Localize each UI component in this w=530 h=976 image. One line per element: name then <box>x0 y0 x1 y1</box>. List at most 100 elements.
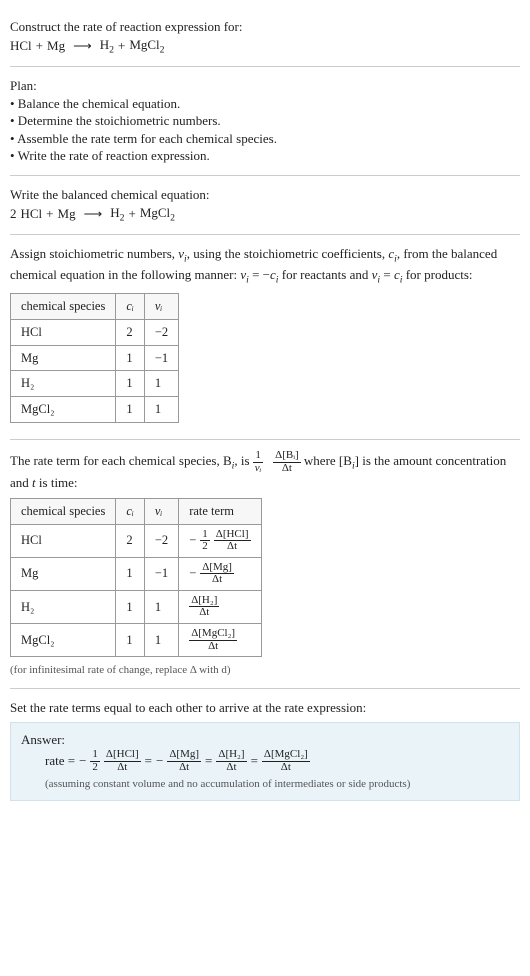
plan-heading: Plan: <box>10 77 520 95</box>
cell-species: Mg <box>11 345 116 371</box>
cell-nui: −1 <box>144 557 178 590</box>
cell-ci: 1 <box>116 590 145 623</box>
frac-num: 1 <box>253 450 264 463</box>
cell-nui: 1 <box>144 371 178 397</box>
frac-num: Δ[MgCl₂] <box>189 628 237 641</box>
frac-delta: Δ[HCl] Δt <box>214 529 251 553</box>
cell-ci: 1 <box>116 624 145 657</box>
frac-mg: Δ[Mg] Δt <box>167 749 201 773</box>
col-ci: cᵢ <box>116 293 145 319</box>
final-section: Set the rate terms equal to each other t… <box>10 689 520 811</box>
frac-h2: Δ[H₂] Δt <box>216 749 246 773</box>
frac-den: 2 <box>90 762 100 774</box>
frac-num: Δ[Mg] <box>167 749 201 762</box>
balanced-heading: Write the balanced chemical equation: <box>10 186 520 204</box>
stoich-section: Assign stoichiometric numbers, νi, using… <box>10 235 520 440</box>
h2-base: H <box>100 37 109 52</box>
balanced-section: Write the balanced chemical equation: 2 … <box>10 176 520 235</box>
answer-box: Answer: rate = − 1 2 Δ[HCl] Δt = − Δ[Mg]… <box>10 722 520 800</box>
frac-den: Δt <box>200 574 234 586</box>
prompt-section: Construct the rate of reaction expressio… <box>10 8 520 67</box>
frac-den: Δt <box>167 762 201 774</box>
frac-delta: Δ[Mg] Δt <box>200 562 234 586</box>
neg-sign: − <box>79 752 86 770</box>
answer-label: Answer: <box>21 731 509 749</box>
rate-term-table: chemical species cᵢ νᵢ rate term HCl 2 −… <box>10 498 262 657</box>
reactant-mg: Mg <box>58 205 76 223</box>
mgcl2-sub: 2 <box>170 212 175 223</box>
cell-species: MgCl₂ <box>11 397 116 423</box>
frac-coef: 1 2 <box>200 529 210 553</box>
frac-delta: Δ[H₂] Δt <box>189 595 219 619</box>
prompt-equation: HCl + Mg ⟶ H2 + MgCl2 <box>10 36 520 57</box>
reactant-hcl: HCl <box>10 37 32 55</box>
equals-sign: = <box>205 752 212 770</box>
h2-sub: 2 <box>120 212 125 223</box>
col-rate-term: rate term <box>179 498 261 524</box>
cell-ci: 2 <box>116 524 145 557</box>
cell-species: HCl <box>11 524 116 557</box>
frac-den: Δt <box>189 607 219 619</box>
cell-species: HCl <box>11 319 116 345</box>
frac-den: Δt <box>189 641 237 653</box>
frac-mgcl2: Δ[MgCl₂] Δt <box>262 749 310 773</box>
frac-num: Δ[H₂] <box>216 749 246 762</box>
cell-species: MgCl₂ <box>11 624 116 657</box>
product-h2: H2 <box>110 204 124 225</box>
rate-label: rate = <box>45 752 75 770</box>
frac-den: Δt <box>216 762 246 774</box>
table-header-row: chemical species cᵢ νᵢ rate term <box>11 498 262 524</box>
col-nui: νᵢ <box>144 498 178 524</box>
table-row: HCl 2 −2 − 1 2 Δ[HCl] Δt <box>11 524 262 557</box>
eq1-mid: = − <box>249 267 270 282</box>
cell-ci: 1 <box>116 371 145 397</box>
coef-2: 2 <box>10 205 17 223</box>
cell-nui: −2 <box>144 524 178 557</box>
h2-base: H <box>110 205 119 220</box>
plus-sign: + <box>128 205 135 223</box>
table-row: H₂ 1 1 Δ[H₂] Δt <box>11 590 262 623</box>
frac-den: νᵢ <box>253 463 264 475</box>
frac-1-over-nu: 1 νᵢ <box>253 450 264 474</box>
product-h2: H2 <box>100 36 114 57</box>
cell-ci: 1 <box>116 345 145 371</box>
frac-den: Δt <box>214 541 251 553</box>
plan-bullet-3: • Assemble the rate term for each chemic… <box>10 130 520 148</box>
stoich-intro-4: for reactants and <box>279 267 372 282</box>
frac-den: Δt <box>104 762 141 774</box>
cell-ci: 1 <box>116 557 145 590</box>
plan-section: Plan: • Balance the chemical equation. •… <box>10 67 520 176</box>
neg-sign: − <box>189 532 196 549</box>
rate-expression: rate = − 1 2 Δ[HCl] Δt = − Δ[Mg] Δt = Δ[… <box>21 749 509 773</box>
table-row: MgCl₂ 1 1 <box>11 397 179 423</box>
col-species: chemical species <box>11 293 116 319</box>
col-nui: νᵢ <box>144 293 178 319</box>
frac-delta: Δ[MgCl₂] Δt <box>189 628 237 652</box>
col-ci: cᵢ <box>116 498 145 524</box>
cell-species: Mg <box>11 557 116 590</box>
eq2-mid: = <box>380 267 394 282</box>
cell-ci: 2 <box>116 319 145 345</box>
plan-bullet-1: • Balance the chemical equation. <box>10 95 520 113</box>
col-species: chemical species <box>11 498 116 524</box>
product-mgcl2: MgCl2 <box>129 36 164 57</box>
frac-num: Δ[MgCl₂] <box>262 749 310 762</box>
final-heading: Set the rate terms equal to each other t… <box>10 699 520 717</box>
neg-sign: − <box>189 565 196 582</box>
arrow-icon: ⟶ <box>69 37 96 55</box>
cell-rate-term: Δ[H₂] Δt <box>179 590 261 623</box>
arrow-icon: ⟶ <box>80 205 107 223</box>
cell-nui: 1 <box>144 590 178 623</box>
frac-hcl: Δ[HCl] Δt <box>104 749 141 773</box>
table-row: HCl 2 −2 <box>11 319 179 345</box>
stoich-intro-5: for products: <box>402 267 472 282</box>
table-row: MgCl₂ 1 1 Δ[MgCl₂] Δt <box>11 624 262 657</box>
cell-rate-term: − 1 2 Δ[HCl] Δt <box>179 524 261 557</box>
frac-den: Δt <box>262 762 310 774</box>
frac-delta-b: Δ[Bᵢ] Δt <box>273 450 301 474</box>
plus-sign: + <box>46 205 53 223</box>
neg-sign: − <box>156 752 163 770</box>
mgcl2-sub: 2 <box>160 44 165 55</box>
reactant-mg: Mg <box>47 37 65 55</box>
cell-nui: −1 <box>144 345 178 371</box>
